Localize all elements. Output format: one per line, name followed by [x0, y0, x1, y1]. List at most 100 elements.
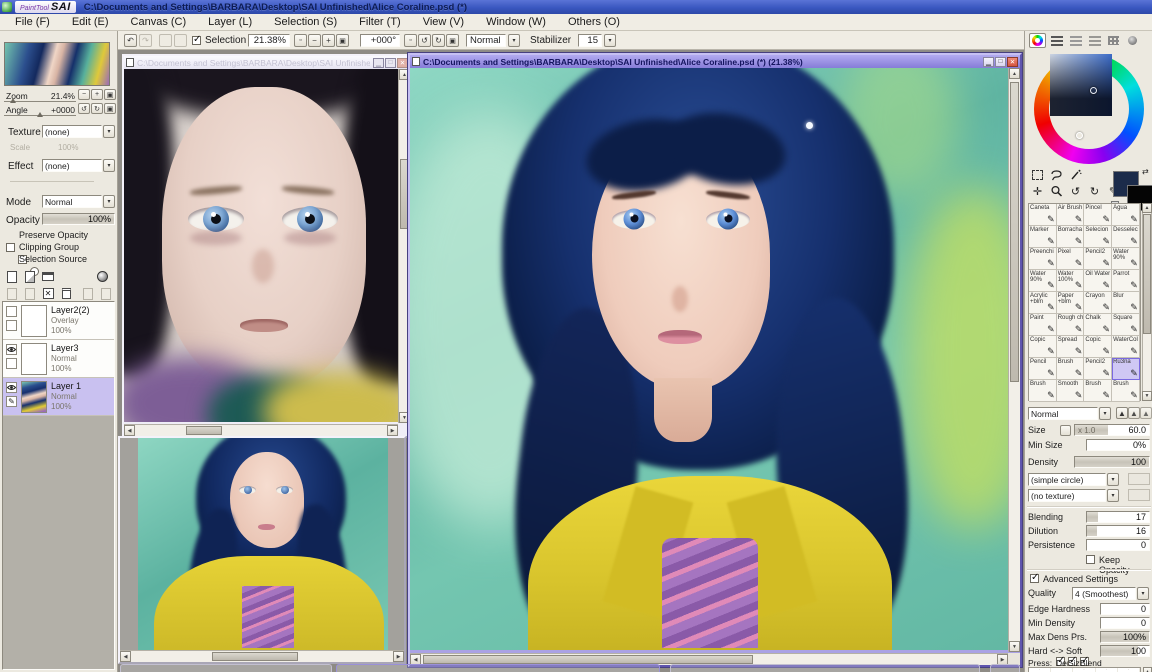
reference-photo-canvas[interactable]	[124, 69, 398, 422]
scroll-down-arrow[interactable]: ▼	[1142, 391, 1152, 401]
brush-cell[interactable]: Desselec ✎	[1112, 226, 1140, 248]
brush-cell[interactable]: Square ✎	[1112, 314, 1140, 336]
brush-grid-scrollbar[interactable]: ▲ ▼	[1142, 203, 1152, 401]
brush-cell[interactable]: Water 90% ✎	[1029, 270, 1057, 292]
marquee-tool[interactable]	[1030, 168, 1045, 183]
menu-item[interactable]: View (V)	[412, 15, 475, 29]
main-document-window[interactable]: C:\Documents and Settings\BARBARA\Deskto…	[408, 53, 1022, 667]
nav-zoom-in-button[interactable]: +	[91, 89, 103, 100]
taskbar-window-button[interactable]	[336, 664, 660, 672]
brush-cell[interactable]: Water 100% ✎	[1056, 270, 1085, 292]
texture-dropdown[interactable]: (none)	[42, 125, 102, 138]
reference-window[interactable]: C:\Documents and Settings\BARBARA\Deskto…	[122, 54, 412, 438]
menu-item[interactable]: Edit (E)	[61, 15, 120, 29]
brush-cell[interactable]: Paint ✎	[1029, 314, 1057, 336]
layer-row[interactable]: ✎ Layer3 Normal 100%	[3, 340, 114, 378]
zoom-slider-thumb[interactable]	[10, 98, 16, 103]
paint-mode-dropdown-button[interactable]: ▾	[508, 34, 520, 47]
maximize-button[interactable]: □	[385, 57, 396, 68]
nav-zoom-reset-button[interactable]: ▣	[104, 89, 116, 100]
scroll-up-arrow[interactable]: ▲	[1009, 68, 1020, 79]
color-wheel-tab[interactable]	[1029, 33, 1046, 48]
dilution-slider[interactable]: 16	[1086, 525, 1150, 537]
hard-soft-slider[interactable]: 100	[1100, 645, 1150, 657]
saturation-value-square[interactable]	[1050, 54, 1112, 116]
persistence-slider[interactable]: 0	[1086, 539, 1150, 551]
brush-cell[interactable]: Água ✎	[1112, 204, 1140, 226]
redo-button[interactable]: ↷	[139, 34, 152, 47]
brush-cell[interactable]: Blur ✎	[1112, 292, 1140, 314]
nav-zoom-out-button[interactable]: −	[78, 89, 90, 100]
stabilizer-field[interactable]: 15	[578, 34, 602, 47]
rotate-ccw-button[interactable]: ↺	[418, 34, 431, 47]
swatches-tab[interactable]	[1105, 33, 1122, 48]
close-button[interactable]: ✕	[1007, 56, 1018, 67]
angle-value-field[interactable]: +000°	[360, 34, 400, 47]
scroll-left-arrow[interactable]: ◀	[124, 425, 135, 436]
brush-cell[interactable]: Brush ✎	[1084, 380, 1113, 402]
scroll-right-arrow[interactable]: ▶	[393, 651, 404, 662]
preserve-opacity-checkbox[interactable]	[6, 243, 15, 252]
brush-cell[interactable]: Brush ✎	[1029, 380, 1057, 402]
brush-cell[interactable]: Smooth ✎	[1056, 380, 1085, 402]
brush-shape-dropdown-button[interactable]: ▾	[1107, 473, 1119, 486]
size-preset[interactable]: · 1.5 ·	[1096, 667, 1118, 672]
scroll-left-arrow[interactable]: ◀	[120, 651, 131, 662]
zoom-reset-button[interactable]: ▫	[294, 34, 307, 47]
reference-window-titlebar[interactable]: C:\Documents and Settings\BARBARA\Deskto…	[124, 56, 410, 69]
reset-view-tool[interactable]: ↻	[1087, 184, 1102, 199]
angle-reset-button[interactable]: ▫	[404, 34, 417, 47]
brush-cell[interactable]: Brush ✎	[1112, 380, 1140, 402]
menu-item[interactable]: Filter (T)	[348, 15, 412, 29]
brush-edge-hard-button[interactable]: ▲	[1140, 407, 1152, 419]
brush-cell[interactable]: Selecion ✎	[1084, 226, 1113, 248]
undo-button[interactable]: ↶	[124, 34, 137, 47]
rotate-view-tool[interactable]: ↺	[1068, 184, 1083, 199]
navigator-thumbnail[interactable]	[4, 42, 110, 86]
advanced-settings-checkbox[interactable]	[1030, 572, 1039, 583]
brush-cell[interactable]: Oil Water ✎	[1084, 270, 1113, 292]
preset-scrollbar[interactable]: ▲ ▼	[1143, 667, 1152, 672]
quality-dropdown-button[interactable]: ▾	[1137, 587, 1149, 600]
flip-button[interactable]: ▣	[446, 34, 459, 47]
brush-cell[interactable]: Rough ch ✎	[1056, 314, 1085, 336]
scroll-up-arrow[interactable]: ▲	[1143, 667, 1152, 672]
brush-cell[interactable]: Preenchi ✎	[1029, 248, 1057, 270]
zoom-value-field[interactable]: 21.38%	[248, 34, 290, 47]
max-dens-prs-slider[interactable]: 100%	[1100, 631, 1150, 643]
stabilizer-dropdown-button[interactable]: ▾	[604, 34, 616, 47]
hsv-slider-tab[interactable]	[1067, 33, 1084, 48]
rgb-slider-tab[interactable]	[1048, 33, 1065, 48]
layer-mask-button[interactable]	[94, 269, 110, 284]
brush-cell[interactable]: Pencil ✎	[1029, 358, 1057, 380]
layer-mode-dropdown[interactable]: Normal	[42, 195, 102, 208]
layer-visibility-toggle[interactable]	[6, 344, 17, 355]
brush-edge-medium-button[interactable]: ▲	[1128, 407, 1140, 419]
menu-item[interactable]: Others (O)	[557, 15, 631, 29]
brush-cell[interactable]: Acrylic +blm ✎	[1029, 292, 1057, 314]
size-preset[interactable]: · 2 ·	[1118, 667, 1141, 672]
quality-dropdown[interactable]: 4 (Smoothest)	[1072, 587, 1136, 600]
nav-rotate-cw-button[interactable]: ↻	[91, 103, 103, 114]
brush-cell[interactable]: Parrot ✎	[1112, 270, 1140, 292]
reference-horizontal-scrollbar[interactable]: ◀ ▶	[124, 424, 398, 436]
brush-cell[interactable]: Air Brush ✎	[1056, 204, 1085, 226]
secondary-view-canvas[interactable]	[120, 438, 404, 650]
secondary-horizontal-scrollbar[interactable]: ◀ ▶	[120, 650, 404, 662]
brush-cell[interactable]: Paper +blm ✎	[1056, 292, 1085, 314]
paint-mode-field[interactable]: Normal	[466, 34, 506, 47]
effect-dropdown-button[interactable]: ▾	[103, 159, 115, 172]
lasso-tool[interactable]	[1049, 168, 1064, 183]
merge-down-button[interactable]	[22, 286, 38, 301]
painting-canvas[interactable]	[410, 68, 1008, 650]
min-size-slider[interactable]: 0%	[1086, 439, 1150, 451]
brush-texture-dropdown[interactable]: (no texture)	[1028, 489, 1106, 502]
layer-visibility-toggle[interactable]	[6, 306, 17, 317]
brush-cell[interactable]: Chalk ✎	[1084, 314, 1113, 336]
angle-slider-thumb[interactable]	[37, 112, 43, 117]
brush-cell[interactable]: Copic ✎	[1029, 336, 1057, 358]
brush-texture-dropdown-button[interactable]: ▾	[1107, 489, 1119, 502]
layer-paint-indicator[interactable]: ✎	[6, 320, 17, 331]
close-button[interactable]: ✕	[397, 57, 408, 68]
brush-cell[interactable]: Borracha ✎	[1056, 226, 1085, 248]
